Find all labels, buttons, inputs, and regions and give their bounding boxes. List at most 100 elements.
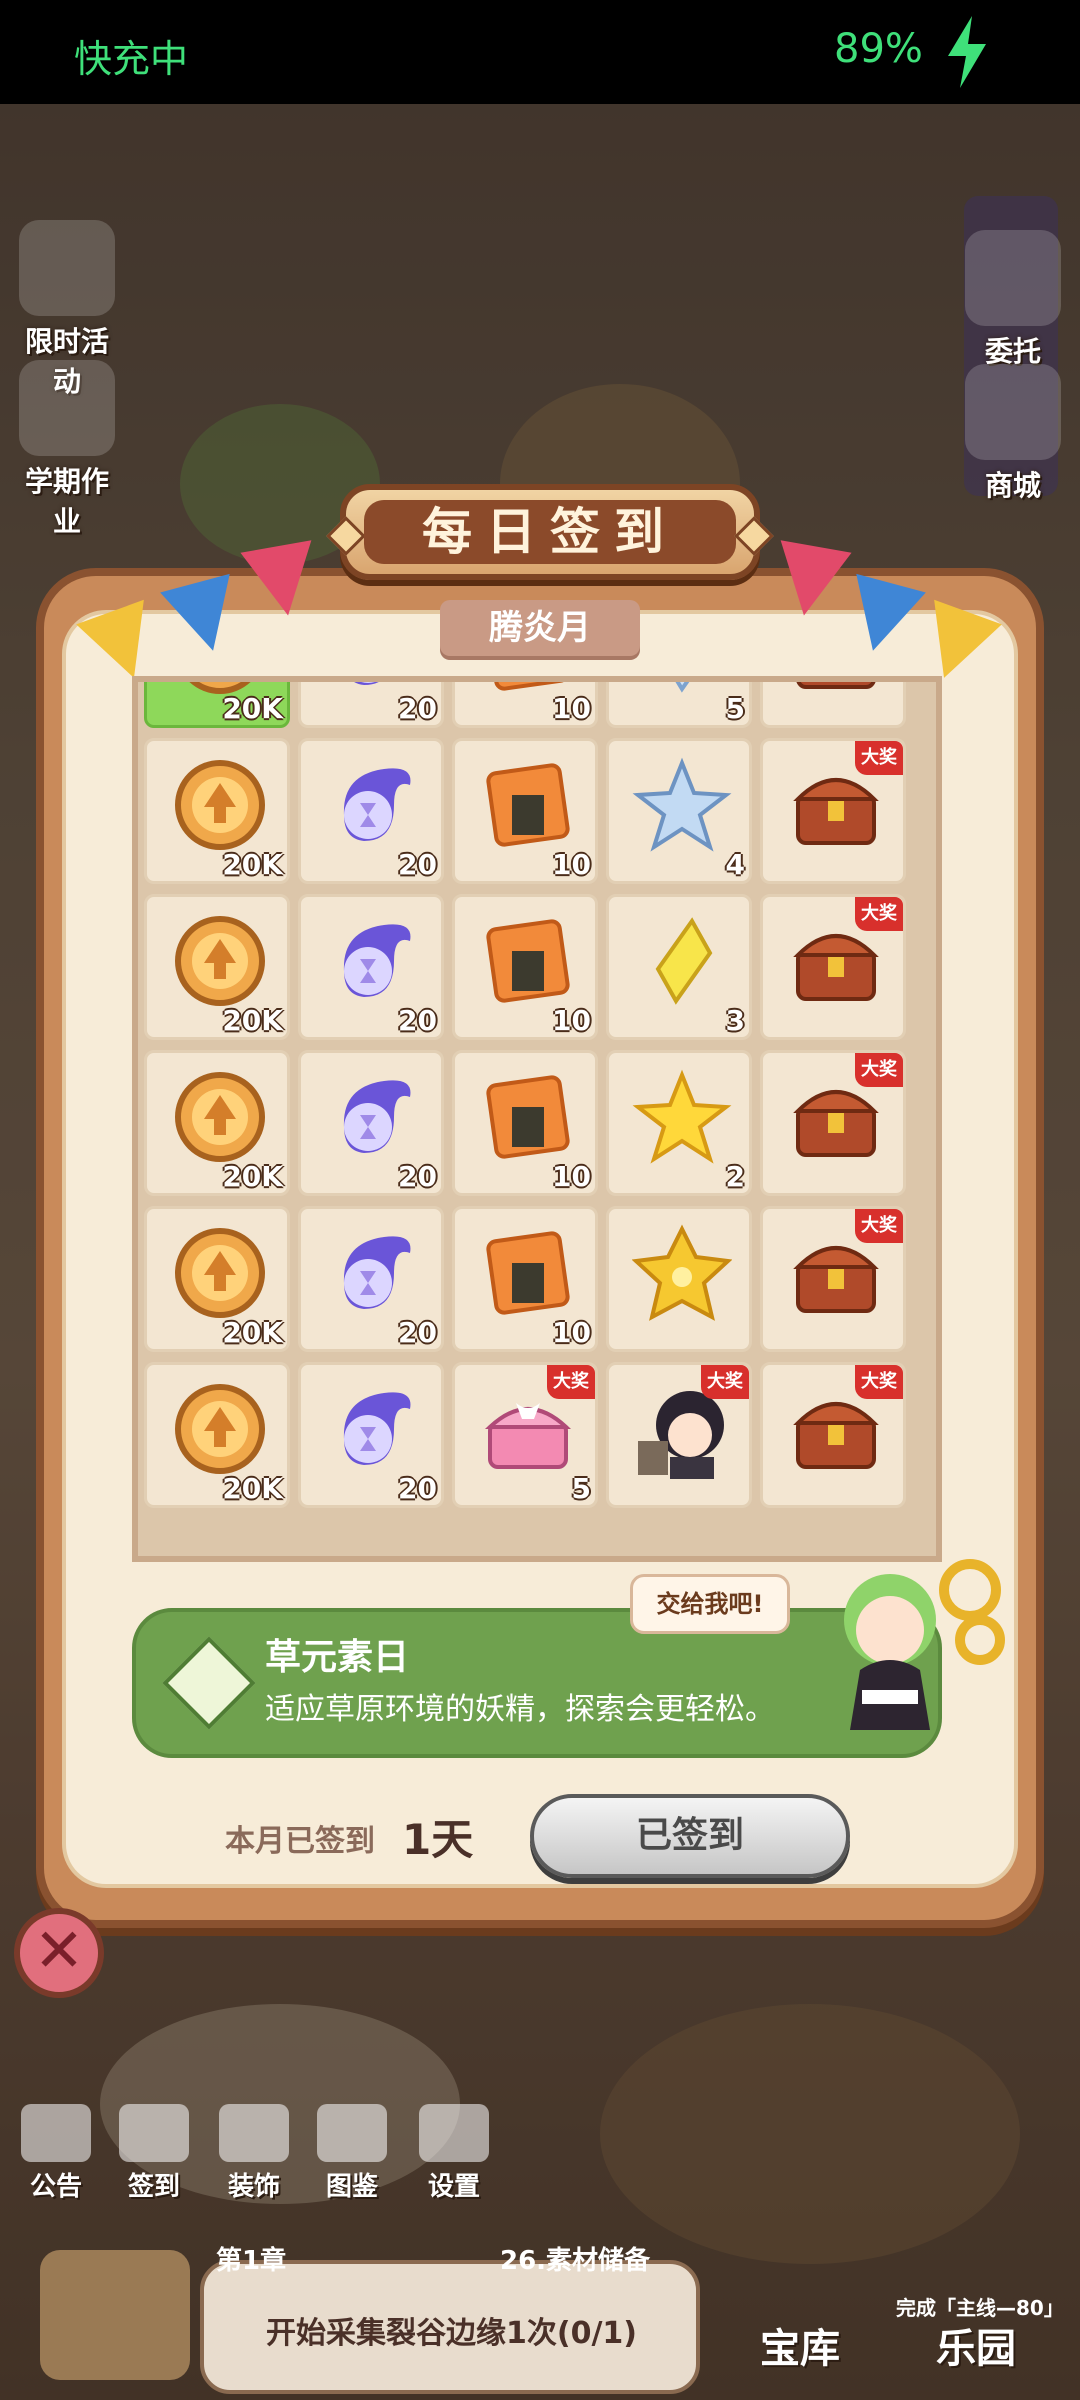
gold-coin-icon [175,760,265,850]
blue-crystal-icon [675,682,690,693]
grand-prize-badge: 大奖 [701,1365,749,1399]
paradise-button[interactable]: 乐园 [936,2316,1016,2374]
hourglass-orb-icon [343,768,411,841]
reward-count: 10 [552,1004,591,1037]
nav-checkin-label: 签到 [127,2172,180,2202]
reward-cell[interactable]: 2 [606,1050,752,1196]
reward-count: 20 [398,692,437,725]
reward-cell[interactable]: 20 [298,1362,444,1508]
reward-cell[interactable]: 10 [452,894,598,1040]
reward-cell[interactable]: 20K [144,738,290,884]
bunting-flag-right-1 [768,540,852,622]
grand-prize-badge: 大奖 [855,897,903,931]
reward-cell[interactable]: 大奖 [760,1050,906,1196]
gold-coin-icon [175,1228,265,1318]
reward-cell[interactable]: 20 [298,682,444,728]
grand-prize-badge: 大奖 [855,1365,903,1399]
fairy-mascot-icon [844,1559,1005,1730]
reward-cell[interactable]: 20K [144,682,290,728]
nav-announcement[interactable]: 公告 [14,2104,98,2203]
reward-cell[interactable]: 4 [606,738,752,884]
reward-count: 2 [725,1160,745,1193]
reward-count: 20K [222,848,283,881]
hourglass-orb-icon [343,1080,411,1153]
rice-cracker-icon [486,1075,570,1159]
reward-cell[interactable]: 10 [452,738,598,884]
reward-count: 10 [552,848,591,881]
reward-count: 20K [222,1004,283,1037]
shop-button[interactable]: 商城 [958,364,1068,504]
storybook-icon[interactable] [40,2250,190,2380]
gold-coin-icon [175,1384,265,1474]
homework-button[interactable]: 学期作业 [12,360,122,540]
reward-count: 10 [552,1316,591,1349]
reward-cell[interactable]: 10 [452,682,598,728]
shop-label: 商城 [984,469,1041,502]
rice-cracker-icon [486,1231,570,1315]
month-ribbon: 腾炎月 [440,600,640,656]
bunting-flag-left-3 [240,540,324,622]
hourglass-orb-icon [343,1392,411,1465]
reward-count: 20K [222,1160,283,1193]
treasure-chest-icon [796,682,876,689]
rice-cracker-icon [486,763,570,847]
reward-cell[interactable]: 大奖 [760,894,906,1040]
signed-this-month-label: 本月已签到 [225,1824,375,1859]
status-bar: 快充中 89% [0,0,1080,104]
reward-count: 5 [571,1472,591,1505]
reward-cell[interactable]: 10 [452,1050,598,1196]
nav-collection-label: 图鉴 [325,2172,378,2202]
grand-prize-badge: 大奖 [547,1365,595,1399]
nav-collection[interactable]: 图鉴 [310,2104,394,2203]
reward-count: 20K [222,1316,283,1349]
reward-cell[interactable]: 大奖 [760,738,906,884]
reward-cell[interactable]: 10 [452,1206,598,1352]
reward-cell[interactable]: 20 [298,894,444,1040]
reward-cell[interactable]: 5 大奖 [452,1362,598,1508]
reward-count: 10 [552,692,591,725]
nav-checkin[interactable]: 签到 [112,2104,196,2203]
yellow-star-icon [632,1069,732,1164]
homework-label: 学期作业 [24,465,109,538]
treasury-button[interactable]: 宝库 [760,2316,840,2374]
reward-cell[interactable]: 大奖 [760,1206,906,1352]
shop-icon [965,364,1061,460]
reward-count: 20 [398,1472,437,1505]
reward-grid[interactable]: 20K 20 10 5 20K 20 10 4 大奖 20K 20 10 3 大奖 20K 20 10 2 大奖 20… [132,676,942,1562]
reward-cell[interactable]: 5 [606,682,752,728]
blue-star-icon [632,757,732,852]
speech-bubble: 交给我吧! [630,1574,790,1634]
nav-decoration[interactable]: 装饰 [212,2104,296,2203]
collection-icon [317,2104,387,2162]
element-day-description: 适应草原环境的妖精，探索会更轻松。 [265,1692,775,1727]
reward-cell[interactable]: 20K [144,1206,290,1352]
gold-star-icon [632,1224,732,1321]
homework-icon [19,360,115,456]
nav-settings-label: 设置 [427,2172,480,2202]
signed-in-button[interactable]: 已签到 [530,1794,850,1878]
reward-cell[interactable]: 20 [298,1050,444,1196]
quest-objective: 开始采集裂谷边缘1次(0/1) [266,2316,638,2351]
nav-settings[interactable]: 设置 [412,2104,496,2203]
reward-cell[interactable]: 大奖 [760,1362,906,1508]
reward-cell[interactable]: 大奖 [606,1362,752,1508]
reward-cell[interactable]: 20 [298,1206,444,1352]
sprout-icon [162,1636,256,1730]
reward-cell[interactable] [760,682,906,728]
hourglass-orb-icon [343,924,411,997]
grand-prize-badge: 大奖 [855,1209,903,1243]
reward-count: 20K [222,1472,283,1505]
close-icon[interactable]: ✕ [14,1908,104,1998]
reward-cell[interactable]: 3 [606,894,752,1040]
reward-cell[interactable]: 20 [298,738,444,884]
grand-prize-badge: 大奖 [855,741,903,775]
quest-chapter: 第1章 [216,2246,287,2276]
reward-cell[interactable] [606,1206,752,1352]
reward-cell[interactable]: 20K [144,894,290,1040]
reward-count: 20K [222,692,283,725]
commission-button[interactable]: 委托 [958,230,1068,370]
reward-cell[interactable]: 20K [144,1362,290,1508]
settings-icon [419,2104,489,2162]
gold-coin-icon [175,916,265,1006]
reward-cell[interactable]: 20K [144,1050,290,1196]
